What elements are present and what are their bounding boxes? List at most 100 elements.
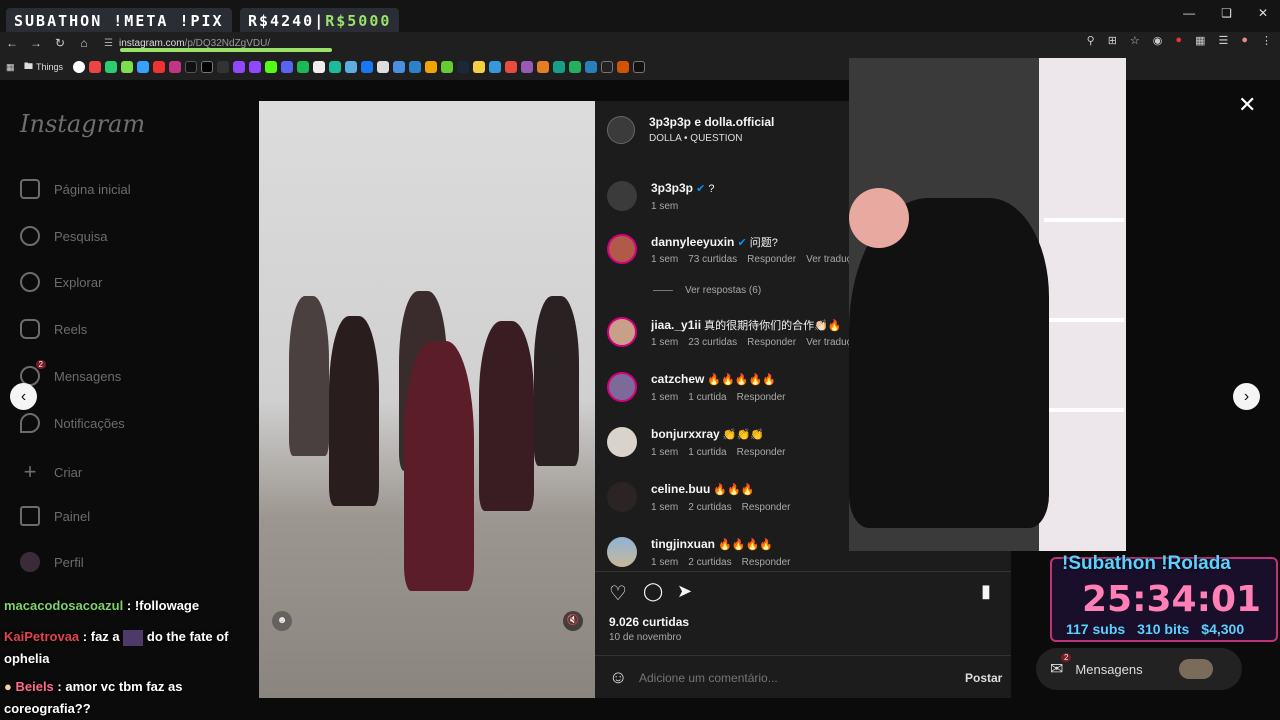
comment-username[interactable]: jiaa._y1ii <box>651 318 701 332</box>
bookmark-purple-icon[interactable] <box>521 61 534 73</box>
comment-likes[interactable]: 1 curtida <box>688 447 726 458</box>
reply-button[interactable]: Responder <box>742 502 791 513</box>
post-comment-button[interactable]: Postar <box>965 671 1002 685</box>
comment-avatar[interactable] <box>607 372 637 402</box>
reload-icon[interactable]: ↻ <box>48 36 72 50</box>
caption-avatar[interactable] <box>607 181 637 211</box>
sidebar-item-create[interactable]: + Criar <box>20 459 83 485</box>
close-modal-icon[interactable]: ✕ <box>1238 92 1256 118</box>
comment-username[interactable]: celine.buu <box>651 482 710 496</box>
bookmark-amber-icon[interactable] <box>473 61 486 73</box>
bookmark-teal-icon[interactable] <box>329 61 342 73</box>
comment-bubble-icon[interactable]: ◯ <box>643 581 663 601</box>
bookmark-maps-icon[interactable] <box>393 61 406 73</box>
reply-button[interactable]: Responder <box>747 337 796 348</box>
comment-time[interactable]: 1 sem <box>651 447 678 458</box>
like-count[interactable]: 9.026 curtidas <box>609 615 689 629</box>
minimize-icon[interactable]: — <box>1183 6 1195 20</box>
bookmark-kick-icon[interactable] <box>265 61 278 73</box>
bookmark-green-icon[interactable] <box>105 61 118 73</box>
bookmark-spotify-icon[interactable] <box>297 61 310 73</box>
comment-likes[interactable]: 2 curtidas <box>688 557 731 568</box>
bookmark-s-icon[interactable] <box>633 61 646 73</box>
sidebar-item-messages[interactable]: 2 Mensagens <box>20 360 121 386</box>
bookmark-facebook-icon[interactable] <box>361 61 374 73</box>
home-browser-icon[interactable]: ⌂ <box>72 36 96 50</box>
comment-likes[interactable]: 23 curtidas <box>688 337 737 348</box>
comment-username[interactable]: catzchew <box>651 372 704 386</box>
save-bookmark-icon[interactable]: ▮ <box>981 581 991 602</box>
bookmark-chrome-icon[interactable] <box>73 61 86 73</box>
extension-red-icon[interactable]: ● <box>1175 34 1182 47</box>
tagged-users-icon[interactable]: ☻ <box>272 611 292 631</box>
bookmark-blue-icon[interactable] <box>137 61 150 73</box>
bookmark-twitch2-icon[interactable] <box>249 61 262 73</box>
comment-username[interactable]: tingjinxuan <box>651 537 715 551</box>
comment-avatar[interactable] <box>607 427 637 457</box>
bookmark-drive-icon[interactable] <box>489 61 502 73</box>
apps-grid-icon[interactable]: ▦ <box>6 62 20 73</box>
comment-input[interactable] <box>639 669 939 687</box>
bookmark-steam-icon[interactable] <box>457 61 470 73</box>
comment-avatar[interactable] <box>607 537 637 567</box>
mute-icon[interactable]: 🔇 <box>563 611 583 631</box>
bookmark-discord-icon[interactable] <box>281 61 294 73</box>
sidebar-item-home[interactable]: Página inicial <box>20 179 131 199</box>
comment-likes[interactable]: 1 curtida <box>688 392 726 403</box>
view-replies-button[interactable]: Ver respostas (6) <box>653 285 761 296</box>
comment-time[interactable]: 1 sem <box>651 337 678 348</box>
bookmark-folder[interactable]: 🖿 Things <box>24 59 63 75</box>
site-info-icon[interactable]: ☰ <box>104 38 113 49</box>
sidebar-item-notifications[interactable]: Notificações <box>20 413 125 433</box>
sidebar-item-search[interactable]: Pesquisa <box>20 226 107 246</box>
share-send-icon[interactable]: ➤ <box>677 581 697 601</box>
bookmark-lightblue-icon[interactable] <box>345 61 358 73</box>
profile-avatar-icon[interactable]: ● <box>1241 34 1248 47</box>
comment-avatar[interactable] <box>607 234 637 264</box>
sidebar-item-explore[interactable]: Explorar <box>20 272 102 292</box>
bookmark-white-icon[interactable] <box>377 61 390 73</box>
author-avatar[interactable] <box>607 116 635 144</box>
comment-username[interactable]: bonjurxxray <box>651 427 720 441</box>
bookmark-gray-icon[interactable] <box>313 61 326 73</box>
comment-time[interactable]: 1 sem <box>651 502 678 513</box>
post-video[interactable]: ☻ 🔇 <box>259 101 595 698</box>
reply-button[interactable]: Responder <box>742 557 791 568</box>
messages-dock[interactable]: ✉ 2 Mensagens <box>1036 648 1242 690</box>
reply-button[interactable]: Responder <box>737 447 786 458</box>
menu-dots-icon[interactable]: ⋮ <box>1261 34 1272 47</box>
bookmark-rust-icon[interactable] <box>617 61 630 73</box>
sidebar-item-reels[interactable]: Reels <box>20 319 87 339</box>
bookmark-youtube-icon[interactable] <box>153 61 166 73</box>
like-heart-icon[interactable]: ♡ <box>609 581 629 605</box>
instagram-logo[interactable]: Instagram <box>20 110 145 138</box>
caption-username[interactable]: 3p3p3p <box>651 181 693 195</box>
reply-button[interactable]: Responder <box>747 254 796 265</box>
sidebar-item-profile[interactable]: Perfil <box>20 552 84 572</box>
bookmark-forest-icon[interactable] <box>569 61 582 73</box>
bookmark-orange-icon[interactable] <box>537 61 550 73</box>
previous-post-button[interactable]: ‹ <box>10 383 37 410</box>
comment-likes[interactable]: 73 curtidas <box>688 254 737 265</box>
bookmark-x-icon[interactable] <box>201 61 214 73</box>
sidebar-item-dashboard[interactable]: Painel <box>20 506 90 526</box>
comment-time[interactable]: 1 sem <box>651 392 678 403</box>
emoji-icon[interactable]: ☺ <box>609 667 627 688</box>
zoom-icon[interactable]: ⚲ <box>1087 34 1095 47</box>
bookmark-gmail-icon[interactable] <box>505 61 518 73</box>
comment-avatar[interactable] <box>607 317 637 347</box>
comment-likes[interactable]: 2 curtidas <box>688 502 731 513</box>
bookmark-star-icon[interactable]: ☆ <box>1130 34 1140 47</box>
media-icon[interactable]: ☰ <box>1218 34 1228 47</box>
restore-icon[interactable]: ❏ <box>1221 6 1232 20</box>
extension-icon[interactable]: ◉ <box>1153 34 1163 47</box>
bookmark-sheets-icon[interactable] <box>441 61 454 73</box>
bookmark-twitch-icon[interactable] <box>233 61 246 73</box>
post-audio[interactable]: DOLLA • QUESTION <box>649 133 743 144</box>
post-authors[interactable]: 3p3p3p e dolla.official <box>649 115 774 129</box>
bookmark-threads-icon[interactable] <box>217 61 230 73</box>
bookmark-tiktok-icon[interactable] <box>185 61 198 73</box>
comment-time[interactable]: 1 sem <box>651 254 678 265</box>
bookmark-ocean-icon[interactable] <box>585 61 598 73</box>
caption-time[interactable]: 1 sem <box>651 201 678 212</box>
